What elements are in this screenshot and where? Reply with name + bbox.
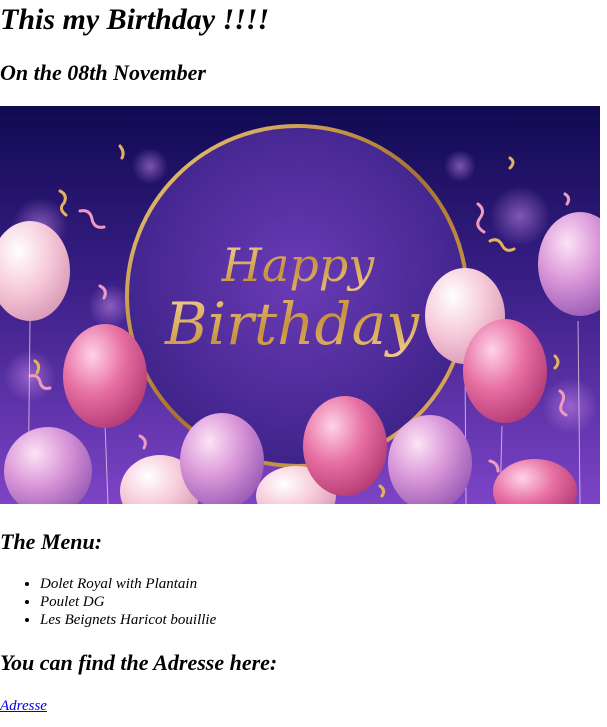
banner-happy-text: Happy xyxy=(221,238,375,292)
menu-heading: The Menu: xyxy=(0,529,103,554)
menu-list: Dolet Royal with Plantain Poulet DG Les … xyxy=(0,575,216,629)
address-heading: You can find the Adresse here: xyxy=(0,650,278,675)
birthday-banner-image: Happy Birthday xyxy=(0,106,600,504)
address-link[interactable]: Adresse xyxy=(0,697,47,715)
menu-item: Poulet DG xyxy=(40,593,216,611)
page-subtitle: On the 08th November xyxy=(0,60,206,85)
menu-item: Les Beignets Haricot bouillie xyxy=(40,611,216,629)
menu-item: Dolet Royal with Plantain xyxy=(40,575,216,593)
page-title: This my Birthday !!!! xyxy=(0,3,270,36)
banner-birthday-text: Birthday xyxy=(164,290,420,358)
